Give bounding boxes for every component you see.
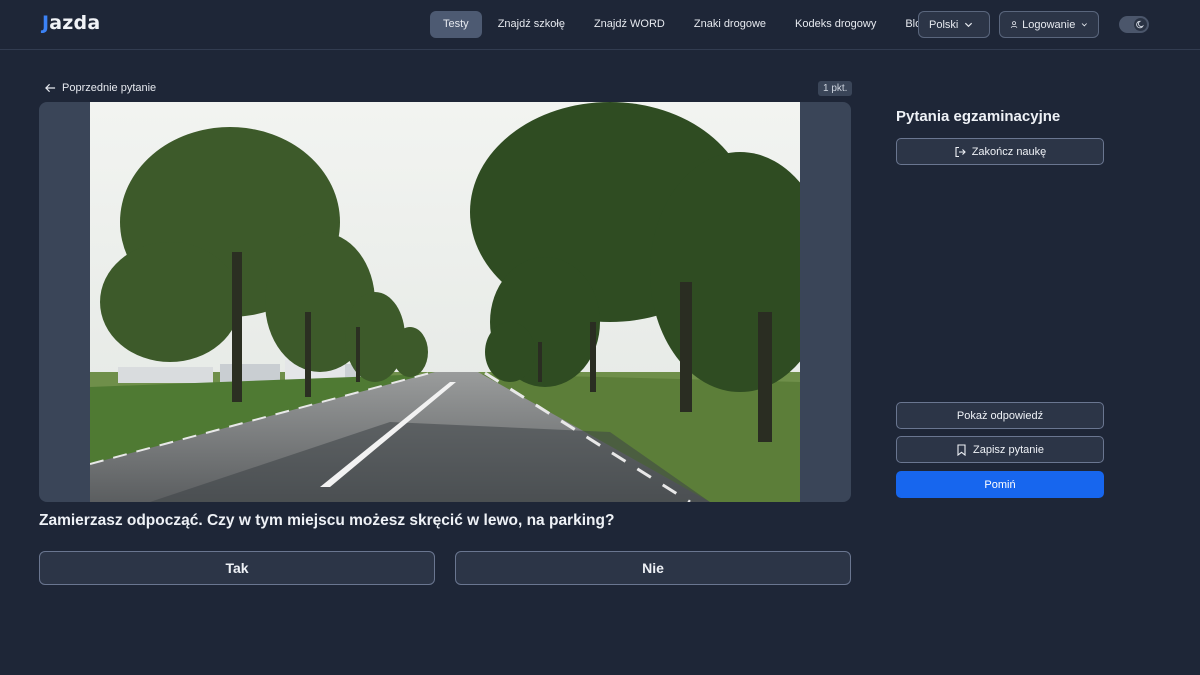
road-scene-image xyxy=(90,102,800,502)
skip-label: Pomiń xyxy=(984,478,1016,491)
logout-icon xyxy=(955,146,966,157)
question-media[interactable] xyxy=(39,102,851,502)
nav-testy[interactable]: Testy xyxy=(430,11,482,38)
language-label: Polski xyxy=(929,18,959,31)
points-badge: 1 pkt. xyxy=(818,81,853,96)
save-question-button[interactable]: Zapisz pytanie xyxy=(896,436,1104,463)
chevron-down-icon xyxy=(965,22,973,28)
previous-question-label: Poprzednie pytanie xyxy=(62,82,157,94)
nav-road-signs[interactable]: Znaki drogowe xyxy=(681,11,779,38)
user-icon xyxy=(1010,21,1018,29)
show-answer-button[interactable]: Pokaż odpowiedź xyxy=(896,402,1104,429)
question-text: Zamierzasz odpocząć. Czy w tym miejscu m… xyxy=(39,512,615,529)
language-select[interactable]: Polski xyxy=(918,11,990,38)
logo-text: azda xyxy=(49,12,101,34)
answer-no-button[interactable]: Nie xyxy=(455,551,851,585)
login-label: Logowanie xyxy=(1022,18,1076,31)
nav-road-code[interactable]: Kodeks drogowy xyxy=(782,11,889,38)
login-button[interactable]: Logowanie xyxy=(999,11,1099,38)
theme-toggle[interactable] xyxy=(1119,16,1149,33)
arrow-left-icon xyxy=(45,83,56,93)
chevron-down-icon xyxy=(1082,23,1088,27)
theme-knob xyxy=(1134,18,1147,31)
skip-button[interactable]: Pomiń xyxy=(896,471,1104,498)
logo[interactable]: Jazda xyxy=(42,12,100,34)
main-nav: Testy Znajdź szkołę Znajdź WORD Znaki dr… xyxy=(430,11,943,38)
previous-question-link[interactable]: Poprzednie pytanie xyxy=(45,82,156,94)
save-question-label: Zapisz pytanie xyxy=(973,443,1044,456)
nav-find-school[interactable]: Znajdź szkołę xyxy=(485,11,578,38)
finish-learning-label: Zakończ naukę xyxy=(971,145,1047,158)
moon-icon xyxy=(1136,20,1144,29)
sidebar-title: Pytania egzaminacyjne xyxy=(896,108,1061,125)
finish-learning-button[interactable]: Zakończ naukę xyxy=(896,138,1104,165)
show-answer-label: Pokaż odpowiedź xyxy=(956,409,1044,422)
top-navbar: Jazda Testy Znajdź szkołę Znajdź WORD Zn… xyxy=(0,0,1200,50)
answer-yes-button[interactable]: Tak xyxy=(39,551,435,585)
nav-find-word[interactable]: Znajdź WORD xyxy=(581,11,678,38)
bookmark-icon xyxy=(957,443,966,456)
